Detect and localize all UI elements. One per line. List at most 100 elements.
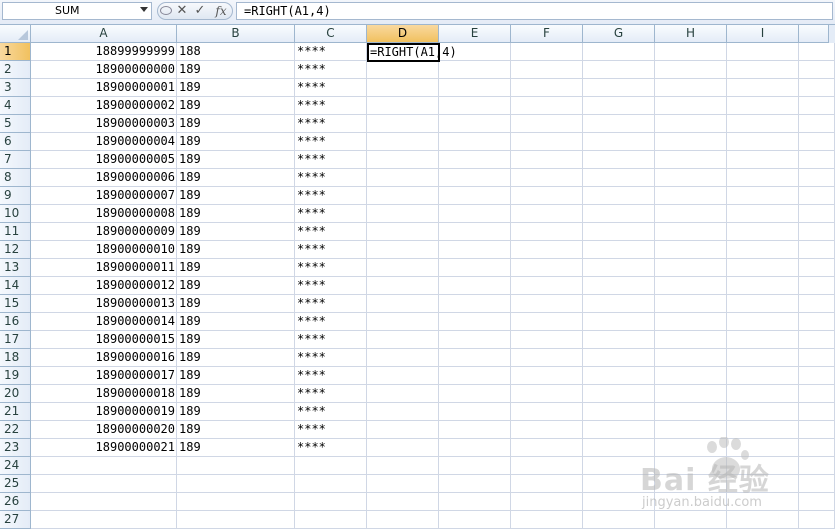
cell-empty[interactable] bbox=[655, 493, 727, 511]
cell-empty[interactable] bbox=[799, 61, 835, 79]
cell-c[interactable]: **** bbox=[295, 385, 367, 403]
cell-c[interactable]: **** bbox=[295, 277, 367, 295]
cell-empty[interactable] bbox=[439, 241, 511, 259]
cell-empty[interactable] bbox=[583, 475, 655, 493]
cell-empty[interactable] bbox=[511, 367, 583, 385]
cell-c[interactable] bbox=[295, 475, 367, 493]
cell-empty[interactable] bbox=[439, 313, 511, 331]
cell-empty[interactable] bbox=[655, 403, 727, 421]
cell-a[interactable]: 18900000019 bbox=[31, 403, 177, 421]
row-header[interactable]: 22 bbox=[0, 421, 31, 439]
cell-empty[interactable] bbox=[655, 313, 727, 331]
cell-empty[interactable] bbox=[511, 223, 583, 241]
cell-a[interactable]: 18900000008 bbox=[31, 205, 177, 223]
cell-empty[interactable] bbox=[583, 151, 655, 169]
cell-empty[interactable] bbox=[583, 295, 655, 313]
cell-empty[interactable] bbox=[439, 79, 511, 97]
cell-empty[interactable] bbox=[799, 241, 835, 259]
cell-empty[interactable] bbox=[727, 493, 799, 511]
cell-b[interactable]: 189 bbox=[177, 421, 295, 439]
cell-c[interactable]: **** bbox=[295, 187, 367, 205]
cell-a[interactable]: 18900000017 bbox=[31, 367, 177, 385]
cell-empty[interactable] bbox=[583, 313, 655, 331]
cell-empty[interactable] bbox=[799, 457, 835, 475]
cell-b[interactable]: 189 bbox=[177, 403, 295, 421]
column-header-f[interactable]: F bbox=[511, 25, 583, 43]
cell-empty[interactable] bbox=[655, 79, 727, 97]
cell-empty[interactable] bbox=[799, 313, 835, 331]
cell-empty[interactable] bbox=[511, 313, 583, 331]
cell-empty[interactable] bbox=[727, 61, 799, 79]
cell-c[interactable]: **** bbox=[295, 295, 367, 313]
cell-a[interactable]: 18900000011 bbox=[31, 259, 177, 277]
cell-empty[interactable] bbox=[439, 331, 511, 349]
row-header[interactable]: 17 bbox=[0, 331, 31, 349]
cell-c[interactable]: **** bbox=[295, 439, 367, 457]
cell-empty[interactable] bbox=[367, 115, 439, 133]
enter-check-icon[interactable]: ✓ bbox=[193, 3, 207, 19]
cell-a[interactable] bbox=[31, 511, 177, 529]
cell-b[interactable]: 189 bbox=[177, 79, 295, 97]
cell-empty[interactable] bbox=[439, 97, 511, 115]
row-header[interactable]: 20 bbox=[0, 385, 31, 403]
name-box-dropdown-icon[interactable] bbox=[140, 7, 148, 12]
cell-c[interactable]: **** bbox=[295, 349, 367, 367]
cell-empty[interactable] bbox=[655, 475, 727, 493]
cell-empty[interactable] bbox=[439, 187, 511, 205]
cell-empty[interactable] bbox=[799, 259, 835, 277]
cell-a[interactable]: 18900000016 bbox=[31, 349, 177, 367]
cell-empty[interactable] bbox=[655, 511, 727, 529]
cell-empty[interactable] bbox=[655, 151, 727, 169]
row-header[interactable]: 1 bbox=[0, 43, 31, 61]
cell-empty[interactable] bbox=[583, 43, 655, 61]
cell-empty[interactable] bbox=[799, 421, 835, 439]
row-header[interactable]: 8 bbox=[0, 169, 31, 187]
cell-empty[interactable] bbox=[655, 133, 727, 151]
cell-empty[interactable] bbox=[367, 61, 439, 79]
cell-b[interactable]: 189 bbox=[177, 277, 295, 295]
column-header-c[interactable]: C bbox=[295, 25, 367, 43]
cell-a[interactable]: 18900000012 bbox=[31, 277, 177, 295]
cell-empty[interactable] bbox=[439, 475, 511, 493]
cell-empty[interactable] bbox=[511, 43, 583, 61]
cell-empty[interactable] bbox=[439, 403, 511, 421]
cell-empty[interactable] bbox=[511, 349, 583, 367]
cell-empty[interactable] bbox=[655, 277, 727, 295]
cell-empty[interactable] bbox=[367, 439, 439, 457]
cell-empty[interactable] bbox=[367, 421, 439, 439]
cell-empty[interactable] bbox=[727, 349, 799, 367]
cell-empty[interactable] bbox=[727, 133, 799, 151]
cell-empty[interactable] bbox=[511, 457, 583, 475]
cell-c[interactable]: **** bbox=[295, 367, 367, 385]
cell-c[interactable]: **** bbox=[295, 133, 367, 151]
cell-a[interactable]: 18900000015 bbox=[31, 331, 177, 349]
row-header[interactable]: 3 bbox=[0, 79, 31, 97]
cell-a[interactable]: 18900000013 bbox=[31, 295, 177, 313]
cell-b[interactable]: 189 bbox=[177, 241, 295, 259]
expand-oval-icon[interactable] bbox=[160, 6, 172, 15]
cell-empty[interactable] bbox=[799, 439, 835, 457]
cell-empty[interactable] bbox=[583, 61, 655, 79]
cell-empty[interactable] bbox=[439, 169, 511, 187]
cell-empty[interactable] bbox=[799, 349, 835, 367]
row-header[interactable]: 16 bbox=[0, 313, 31, 331]
formula-input[interactable]: =RIGHT(A1,4) bbox=[236, 2, 833, 20]
cell-a[interactable]: 18900000005 bbox=[31, 151, 177, 169]
cell-empty[interactable] bbox=[727, 151, 799, 169]
cell-empty[interactable] bbox=[367, 97, 439, 115]
cell-c[interactable]: **** bbox=[295, 151, 367, 169]
cell-empty[interactable] bbox=[511, 295, 583, 313]
cell-empty[interactable] bbox=[367, 313, 439, 331]
cell-empty[interactable] bbox=[439, 493, 511, 511]
cell-a[interactable]: 18900000010 bbox=[31, 241, 177, 259]
cell-empty[interactable] bbox=[655, 241, 727, 259]
cell-empty[interactable] bbox=[367, 403, 439, 421]
cell-empty[interactable] bbox=[727, 43, 799, 61]
cell-a[interactable]: 18900000007 bbox=[31, 187, 177, 205]
cell-empty[interactable] bbox=[511, 187, 583, 205]
cell-empty[interactable] bbox=[799, 475, 835, 493]
row-header[interactable]: 25 bbox=[0, 475, 31, 493]
cell-c[interactable]: **** bbox=[295, 241, 367, 259]
cell-empty[interactable] bbox=[799, 385, 835, 403]
cell-a[interactable]: 18900000014 bbox=[31, 313, 177, 331]
